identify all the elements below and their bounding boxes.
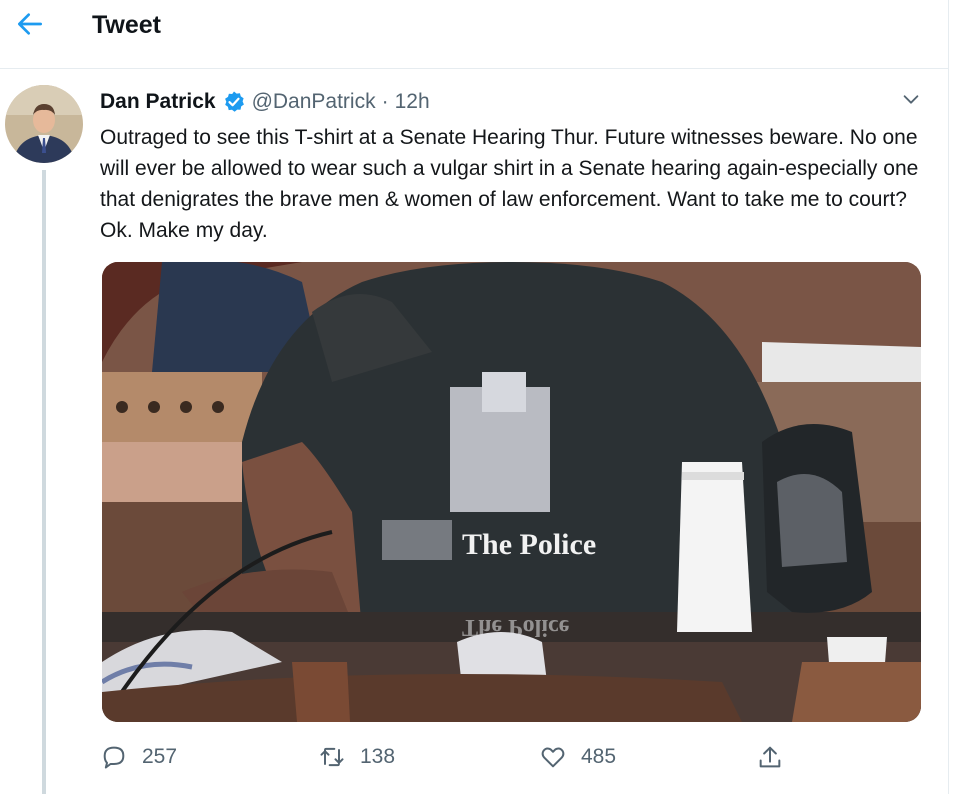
reply-count: 257 [142,745,178,768]
retweet-count: 138 [360,745,396,768]
heart-icon [541,747,565,768]
shirt-text: The Police [462,528,596,561]
tweet-timestamp[interactable]: 12h [395,90,430,114]
tweet-photo[interactable]: The Police The Police [102,262,921,722]
verified-badge-icon [224,91,244,112]
avatar[interactable] [5,85,83,163]
page-title: Tweet [92,11,161,39]
thread-line [42,170,46,794]
column-border [948,0,949,794]
author-name[interactable]: Dan Patrick [100,90,216,114]
retweet-button[interactable]: 138 [318,740,395,774]
tweet-text: Outraged to see this T-shirt at a Senate… [100,126,919,242]
share-button[interactable] [756,740,784,774]
chevron-down-icon[interactable] [900,88,922,110]
tweet-header: Tweet [0,0,948,69]
tweet-author-row: Dan Patrick @DanPatrick · 12h [100,88,430,116]
retweet-icon [320,747,344,767]
like-button[interactable]: 485 [539,740,616,774]
reply-button[interactable]: 257 [100,740,177,774]
like-count: 485 [581,745,617,768]
arrow-left-icon[interactable] [14,8,46,40]
reply-icon [103,746,125,769]
separator-dot: · [381,90,389,113]
share-icon [759,746,781,768]
author-handle[interactable]: @DanPatrick [252,90,376,114]
